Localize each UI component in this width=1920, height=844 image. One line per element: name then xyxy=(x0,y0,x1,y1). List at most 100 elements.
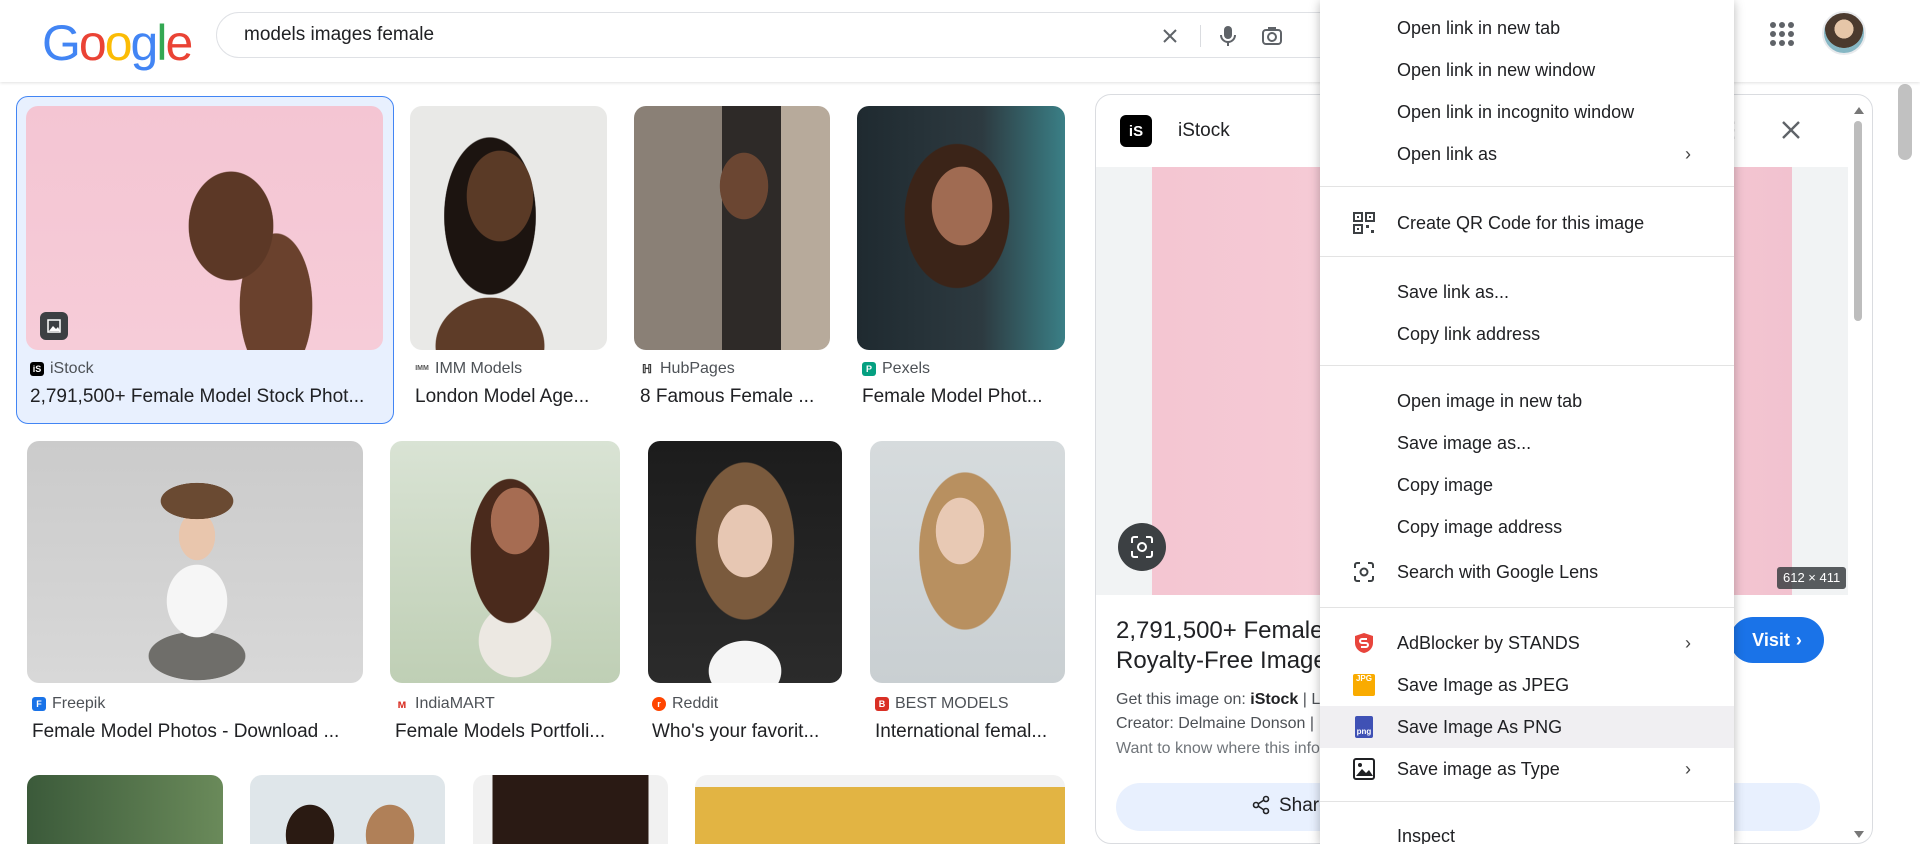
menu-item-label: Copy image address xyxy=(1397,516,1563,537)
menu-item-label: Inspect xyxy=(1397,825,1456,844)
result-title[interactable]: International femal... xyxy=(875,721,1065,743)
get-image-on: Get this image on: iStock | L xyxy=(1116,691,1320,709)
menu-save-image-as-type[interactable]: Save image as Type › xyxy=(1320,748,1734,790)
result-image[interactable] xyxy=(857,106,1065,350)
search-input[interactable]: models images female xyxy=(244,24,434,46)
page-scrollbar[interactable] xyxy=(1898,84,1912,160)
menu-separator xyxy=(1320,186,1734,187)
indiamart-favicon: ᴍ xyxy=(395,697,409,711)
panel-title-line2[interactable]: Royalty-Free Image xyxy=(1116,647,1327,675)
image-icon xyxy=(40,312,68,340)
result-image[interactable] xyxy=(27,775,223,844)
result-image[interactable] xyxy=(27,441,363,683)
result-source-label: IMM Models xyxy=(435,360,523,377)
menu-save-image-jpeg[interactable]: JPG Save Image as JPEG xyxy=(1320,664,1734,706)
result-title[interactable]: Female Model Photos - Download ... xyxy=(32,721,362,743)
camera-lens-icon[interactable] xyxy=(1259,23,1285,49)
menu-separator xyxy=(1320,365,1734,366)
menu-open-link-incognito[interactable]: Open link in incognito window xyxy=(1320,91,1734,133)
jpeg-icon-text: JPG xyxy=(1353,674,1375,696)
pexels-favicon: P xyxy=(862,362,876,376)
panel-scrollbar[interactable] xyxy=(1852,99,1864,839)
want-to-know-link[interactable]: Want to know where this info xyxy=(1116,740,1320,758)
result-image[interactable] xyxy=(26,106,383,350)
imm-favicon: IMM xyxy=(415,362,429,376)
png-icon: png xyxy=(1352,715,1376,739)
menu-open-link-new-window[interactable]: Open link in new window xyxy=(1320,49,1734,91)
chevron-right-icon: › xyxy=(1795,629,1802,650)
result-image[interactable] xyxy=(250,775,445,844)
menu-item-label: Save Image as JPEG xyxy=(1397,674,1570,695)
context-menu: Open link in new tab Open link in new wi… xyxy=(1320,0,1734,844)
best-models-favicon: B xyxy=(875,697,889,711)
result-source-label: Pexels xyxy=(882,360,931,377)
menu-save-link-as[interactable]: Save link as... xyxy=(1320,271,1734,313)
result-image[interactable] xyxy=(473,775,668,844)
menu-item-label: Save Image As PNG xyxy=(1397,716,1563,737)
result-image[interactable] xyxy=(410,106,607,350)
menu-item-label: Open link in new window xyxy=(1397,59,1596,80)
menu-open-link-as[interactable]: Open link as › xyxy=(1320,133,1734,175)
result-title[interactable]: 8 Famous Female ... xyxy=(640,386,830,408)
result-title[interactable]: 2,791,500+ Female Model Stock Phot... xyxy=(30,386,384,408)
menu-item-label: Copy image xyxy=(1397,474,1494,495)
istock-favicon: iS xyxy=(30,362,44,376)
menu-item-label: Save link as... xyxy=(1397,281,1510,302)
result-image[interactable] xyxy=(695,775,1065,844)
menu-copy-link-address[interactable]: Copy link address xyxy=(1320,313,1734,355)
result-image[interactable] xyxy=(870,441,1065,683)
result-title[interactable]: Female Model Phot... xyxy=(862,386,1062,408)
visit-button[interactable]: Visit › xyxy=(1730,617,1824,663)
menu-open-link-new-tab[interactable]: Open link in new tab xyxy=(1320,7,1734,49)
hubpages-favicon: ℍ xyxy=(640,362,654,376)
menu-item-label: Open link in new tab xyxy=(1397,17,1561,38)
visit-label: Visit xyxy=(1752,629,1790,650)
google-logo[interactable]: Google xyxy=(42,14,193,72)
close-icon[interactable] xyxy=(1778,117,1804,143)
menu-separator xyxy=(1320,801,1734,802)
result-title[interactable]: Female Models Portfoli... xyxy=(395,721,615,743)
get-image-label: Get this image on: xyxy=(1116,691,1246,708)
jpeg-icon: JPG xyxy=(1352,673,1376,697)
result-title[interactable]: Who's your favorit... xyxy=(652,721,842,743)
result-image[interactable] xyxy=(390,441,620,683)
result-source: ℍ HubPages xyxy=(640,360,735,378)
result-source-label: iStock xyxy=(50,360,94,377)
menu-save-image-png[interactable]: png Save Image As PNG xyxy=(1320,706,1734,748)
search-box[interactable]: models images female xyxy=(216,12,1376,58)
lens-icon xyxy=(1131,536,1153,558)
chevron-right-icon: › xyxy=(1685,143,1691,164)
menu-copy-image[interactable]: Copy image xyxy=(1320,464,1734,506)
menu-open-image-new-tab[interactable]: Open image in new tab xyxy=(1320,380,1734,422)
result-source: ᴍ IndiaMART xyxy=(395,695,495,713)
get-image-source[interactable]: iStock xyxy=(1250,691,1298,708)
menu-item-label: Create QR Code for this image xyxy=(1397,212,1645,233)
divider xyxy=(1200,25,1201,47)
result-title[interactable]: London Model Age... xyxy=(415,386,605,408)
menu-save-image-as[interactable]: Save image as... xyxy=(1320,422,1734,464)
apps-grid-icon[interactable] xyxy=(1770,22,1794,46)
result-source: IMM IMM Models xyxy=(415,360,522,378)
menu-item-label: Copy link address xyxy=(1397,323,1541,344)
panel-title-line1[interactable]: 2,791,500+ Female xyxy=(1116,617,1323,645)
menu-create-qr-code[interactable]: Create QR Code for this image xyxy=(1320,202,1734,244)
result-source-label: IndiaMART xyxy=(415,695,495,712)
menu-search-google-lens[interactable]: Search with Google Lens xyxy=(1320,551,1734,593)
result-image[interactable] xyxy=(648,441,842,683)
google-lens-button[interactable] xyxy=(1118,523,1166,571)
creator-line: Creator: Delmaine Donson | xyxy=(1116,715,1315,732)
microphone-icon[interactable] xyxy=(1215,23,1241,49)
panel-source[interactable]: iStock xyxy=(1178,120,1230,142)
clear-icon[interactable] xyxy=(1157,23,1183,49)
menu-copy-image-address[interactable]: Copy image address xyxy=(1320,506,1734,548)
reddit-favicon: r xyxy=(652,697,666,711)
menu-inspect[interactable]: Inspect xyxy=(1320,815,1734,844)
avatar[interactable] xyxy=(1822,11,1866,55)
menu-adblocker-stands[interactable]: AdBlocker by STANDS › xyxy=(1320,622,1734,664)
share-icon xyxy=(1252,795,1270,815)
adblocker-stands-icon xyxy=(1352,631,1376,655)
image-icon xyxy=(1352,757,1376,781)
result-source-label: HubPages xyxy=(660,360,735,377)
result-image[interactable] xyxy=(634,106,830,350)
menu-item-label: Open link as xyxy=(1397,143,1498,164)
